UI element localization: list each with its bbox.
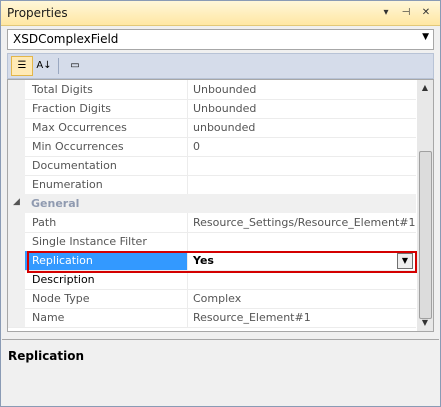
description-panel: Replication <box>2 339 439 406</box>
row-gutter <box>8 213 25 232</box>
property-row[interactable]: Replication Yes ▼ <box>8 251 416 271</box>
alphabetical-icon[interactable]: A↓ <box>33 56 55 76</box>
scroll-down-icon[interactable]: ▼ <box>417 315 433 331</box>
close-icon[interactable]: ✕ <box>419 6 433 20</box>
row-gutter <box>8 99 25 118</box>
property-row[interactable]: Fraction Digits Unbounded <box>8 99 416 119</box>
scroll-up-icon[interactable]: ▲ <box>417 80 433 96</box>
property-value[interactable]: Resource_Element#1 <box>189 308 416 327</box>
chevron-down-icon[interactable]: ▼ <box>422 32 429 42</box>
property-name[interactable]: Max Occurrences <box>25 118 188 137</box>
property-row[interactable]: Description <box>8 270 416 290</box>
property-row[interactable]: Name Resource_Element#1 <box>8 308 416 328</box>
property-name[interactable]: Replication <box>25 251 188 270</box>
row-gutter <box>8 137 25 156</box>
property-value[interactable]: Complex <box>189 289 416 308</box>
property-name[interactable]: Enumeration <box>25 175 188 194</box>
row-gutter <box>8 289 25 308</box>
row-gutter <box>8 118 25 137</box>
scroll-thumb[interactable] <box>419 151 432 319</box>
property-value[interactable]: Unbounded <box>189 80 416 99</box>
property-name[interactable]: Documentation <box>25 156 188 175</box>
property-name[interactable]: Single Instance Filter <box>25 232 188 251</box>
property-row[interactable]: Min Occurrences 0 <box>8 137 416 157</box>
vertical-scrollbar[interactable]: ▲ ▼ <box>417 80 433 331</box>
properties-window: Properties ▾ ⊣ ✕ XSDComplexField ▼ ☰ A↓ … <box>0 0 441 407</box>
property-value[interactable] <box>189 175 416 194</box>
property-value[interactable] <box>189 270 416 289</box>
property-row[interactable]: Path Resource_Settings/Resource_Element#1 <box>8 213 416 233</box>
property-name[interactable]: Name <box>25 308 188 327</box>
row-gutter <box>8 156 25 175</box>
property-name[interactable]: Path <box>25 213 188 232</box>
object-selector-value: XSDComplexField <box>13 32 119 46</box>
collapse-icon[interactable]: ◢ <box>13 197 20 207</box>
property-name[interactable]: Min Occurrences <box>25 137 188 156</box>
property-grid: Total Digits Unbounded Fraction Digits Unbo… <box>7 79 434 332</box>
categorized-icon[interactable]: ☰ <box>11 56 33 76</box>
category-label: General <box>31 197 80 210</box>
property-row[interactable]: Max Occurrences unbounded <box>8 118 416 138</box>
property-pages-icon[interactable]: ▭ <box>64 56 86 76</box>
row-gutter <box>8 251 25 270</box>
row-gutter <box>8 80 25 99</box>
dropdown-window-button[interactable]: ▾ <box>379 6 393 20</box>
property-row[interactable]: Enumeration <box>8 175 416 195</box>
toolbar-separator <box>58 58 59 74</box>
property-name[interactable]: Node Type <box>25 289 188 308</box>
property-name[interactable]: Total Digits <box>25 80 188 99</box>
property-value[interactable]: Unbounded <box>189 99 416 118</box>
window-title: Properties <box>7 6 68 20</box>
row-gutter <box>8 270 25 289</box>
description-title: Replication <box>8 349 85 363</box>
row-gutter <box>8 308 25 327</box>
object-selector-combo[interactable]: XSDComplexField ▼ <box>7 29 434 50</box>
property-row[interactable]: Single Instance Filter <box>8 232 416 252</box>
property-row[interactable]: Documentation <box>8 156 416 176</box>
property-value[interactable] <box>189 156 416 175</box>
property-row[interactable]: Total Digits Unbounded <box>8 80 416 100</box>
property-value[interactable]: Yes <box>189 251 416 270</box>
category-general[interactable]: ◢ General <box>8 194 416 213</box>
property-value[interactable]: 0 <box>189 137 416 156</box>
property-value[interactable] <box>189 232 416 251</box>
row-gutter <box>8 232 25 251</box>
property-name[interactable]: Fraction Digits <box>25 99 188 118</box>
properties-toolbar: ☰ A↓ ▭ <box>7 53 434 79</box>
property-value[interactable]: unbounded <box>189 118 416 137</box>
pin-icon[interactable]: ⊣ <box>399 6 413 20</box>
value-dropdown-icon[interactable]: ▼ <box>397 253 413 269</box>
title-bar[interactable]: Properties ▾ ⊣ ✕ <box>1 1 440 26</box>
property-value[interactable]: Resource_Settings/Resource_Element#1 <box>189 213 416 232</box>
row-gutter <box>8 175 25 194</box>
property-name[interactable]: Description <box>25 270 188 289</box>
property-row[interactable]: Node Type Complex <box>8 289 416 309</box>
